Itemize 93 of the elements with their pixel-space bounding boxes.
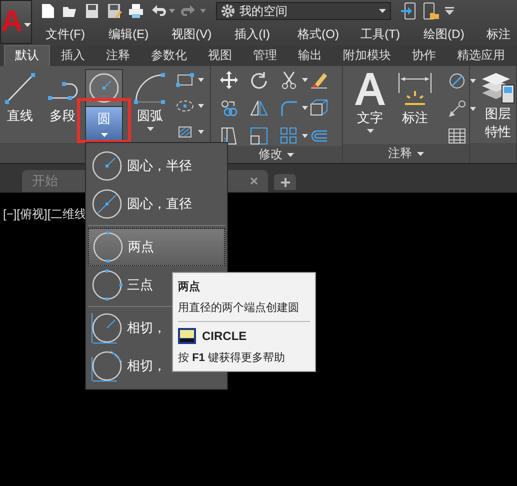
ribbon-tab[interactable]: 插入 <box>51 46 95 66</box>
move-icon[interactable] <box>218 70 239 90</box>
ribbon-tab[interactable]: 参数化 <box>141 46 197 66</box>
ribbon-tab[interactable]: 精选应用 <box>447 46 515 66</box>
panel-title[interactable]: 注释 <box>388 145 412 162</box>
menu-item[interactable]: 插入(I) <box>234 26 298 42</box>
menu-item[interactable]: 两点 <box>88 228 225 266</box>
gear-icon <box>220 4 235 18</box>
tooltip-title: 两点 <box>178 280 201 294</box>
ribbon-tab[interactable]: 管理 <box>243 46 287 66</box>
leader-icon[interactable] <box>448 100 466 118</box>
menu-item[interactable]: 视图(V) <box>172 26 235 42</box>
caret-icon <box>146 127 154 131</box>
ribbon-tab[interactable]: 注释 <box>96 46 140 66</box>
circle-icon <box>88 72 120 104</box>
circle-tool-button[interactable] <box>85 69 123 107</box>
caret-icon[interactable] <box>287 152 294 156</box>
workspace-dropdown[interactable]: 我的空间 <box>216 2 391 20</box>
caret-icon[interactable] <box>198 104 204 108</box>
polyline-tool-button[interactable]: 多段 <box>40 69 85 125</box>
customize-icon[interactable] <box>444 6 455 16</box>
new-tab-button[interactable] <box>274 174 296 190</box>
stretch-icon[interactable] <box>218 126 239 146</box>
caret-icon[interactable] <box>470 107 476 111</box>
phone-import-icon[interactable] <box>400 2 417 20</box>
tooltip-description: 用直径的两个端点创建圆 <box>178 300 310 322</box>
layer-properties-button[interactable]: 图层 特性 <box>480 69 516 141</box>
close-icon[interactable] <box>250 177 258 185</box>
table-icon[interactable] <box>448 128 466 144</box>
print-icon[interactable] <box>128 3 144 19</box>
two-point-circle-icon <box>92 230 124 264</box>
menu-item[interactable]: 格式(O) <box>298 26 361 42</box>
ribbon-tab[interactable]: 默认 <box>4 45 50 66</box>
line-icon <box>3 71 37 105</box>
line-tool-button[interactable]: 直线 <box>0 69 40 125</box>
mirror-icon[interactable] <box>248 98 269 118</box>
ribbon-tab[interactable]: 附加模块 <box>333 46 401 66</box>
plus-icon <box>280 178 290 186</box>
text-tool-button[interactable]: 文字 <box>353 69 387 133</box>
three-point-circle-icon <box>91 268 123 302</box>
caret-icon[interactable] <box>198 78 204 82</box>
dimension-tool-button[interactable]: 标注 <box>397 69 433 127</box>
command-icon <box>178 328 196 344</box>
new-file-icon[interactable] <box>40 3 56 19</box>
ribbon-tab[interactable]: 协作 <box>402 46 446 66</box>
menu-item[interactable]: 文件(F) <box>46 26 109 42</box>
command-name: CIRCLE <box>202 329 247 343</box>
copy-icon[interactable] <box>218 98 239 118</box>
menu-item[interactable]: 标注 <box>486 26 517 42</box>
menu-item[interactable]: 编辑(E) <box>108 26 172 42</box>
save-icon[interactable] <box>84 3 100 19</box>
save-as-icon[interactable] <box>106 3 122 19</box>
caret-icon <box>24 23 31 27</box>
logo-letter: A <box>1 7 23 37</box>
caret-icon[interactable] <box>302 134 308 138</box>
eraser-icon[interactable] <box>308 70 329 90</box>
rectangle-icon[interactable] <box>176 72 194 88</box>
menu-item[interactable]: 圆心，半径 <box>88 147 225 185</box>
dimension-icon <box>397 71 433 107</box>
center-radius-circle-icon <box>91 149 123 183</box>
arc-tool-button[interactable]: 圆弧 <box>129 69 171 131</box>
menu-item[interactable]: 圆心，直径 <box>88 185 225 223</box>
tan-tan-tan-circle-icon <box>91 349 123 383</box>
tan-tan-radius-circle-icon <box>91 311 123 345</box>
arc-icon <box>133 71 167 105</box>
tooltip-help: 按 F1 键获得更多帮助 <box>178 351 286 365</box>
ribbon-tab[interactable]: 视图 <box>198 46 242 66</box>
redo-icon[interactable] <box>180 3 197 19</box>
rotate-icon[interactable] <box>248 70 269 90</box>
letter-a-icon <box>353 71 387 107</box>
panel-title[interactable]: 修改 <box>258 146 282 163</box>
undo-icon[interactable] <box>150 3 166 19</box>
caret-icon <box>100 133 108 137</box>
menu-item[interactable]: 绘图(D) <box>424 26 487 42</box>
center-diameter-circle-icon <box>91 187 123 221</box>
grid-icon[interactable] <box>278 126 299 146</box>
scale-icon[interactable] <box>248 126 269 146</box>
caret-icon <box>366 129 374 133</box>
linear-dimension-icon[interactable] <box>448 72 466 90</box>
caret-icon <box>378 9 386 13</box>
menu-item[interactable]: 工具(T) <box>360 26 424 42</box>
caret-icon[interactable] <box>168 9 175 13</box>
caret-icon[interactable] <box>302 78 308 82</box>
caret-icon[interactable] <box>302 106 308 110</box>
cube-icon[interactable] <box>308 98 329 118</box>
phone-folder-icon[interactable] <box>422 2 439 20</box>
ribbon-tab[interactable]: 输出 <box>288 46 332 66</box>
hatch-icon[interactable] <box>176 124 194 140</box>
ellipse-icon[interactable] <box>176 98 194 114</box>
caret-icon[interactable] <box>470 79 476 83</box>
caret-icon[interactable] <box>198 130 204 134</box>
caret-icon[interactable] <box>200 9 206 13</box>
caret-icon[interactable] <box>417 152 424 156</box>
